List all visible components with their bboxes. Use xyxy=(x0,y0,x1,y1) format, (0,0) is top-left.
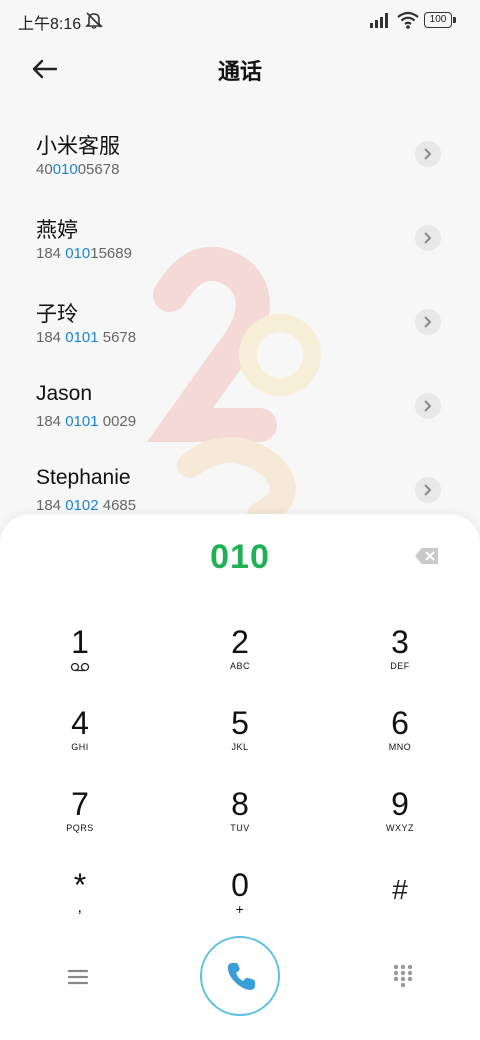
chevron-right-icon xyxy=(424,232,432,244)
keypad-icon xyxy=(393,964,413,988)
number-match: 0101 xyxy=(65,413,99,430)
contact-detail-button[interactable] xyxy=(415,477,441,503)
mute-icon xyxy=(85,12,103,29)
contact-number: 184 0101 5678 xyxy=(36,329,137,346)
call-button[interactable] xyxy=(200,936,280,1016)
key-5[interactable]: 5 JKL xyxy=(160,695,320,775)
contact-number: 4001005678 xyxy=(36,161,120,178)
number-match: 010 xyxy=(65,245,91,262)
contact-name: 子玲 xyxy=(36,303,78,326)
contact-number: 184 0102 4685 xyxy=(36,497,137,514)
number-match: 010 xyxy=(52,161,78,178)
contact-name: 小米客服 xyxy=(36,135,120,158)
menu-button[interactable] xyxy=(66,966,90,988)
phone-icon xyxy=(227,963,255,990)
contact-detail-button[interactable] xyxy=(415,309,441,335)
key-3[interactable]: 3 DEF xyxy=(320,614,480,694)
dialed-number-display: 010 xyxy=(210,538,270,576)
key-4[interactable]: 4 GHI xyxy=(0,695,160,775)
backspace-button[interactable] xyxy=(414,546,440,566)
contact-detail-button[interactable] xyxy=(415,141,441,167)
contact-row[interactable]: Jason 184 0101 0029 xyxy=(0,364,480,448)
chevron-right-icon xyxy=(424,316,432,328)
status-time: 上午8:16 xyxy=(18,16,82,33)
chevron-right-icon xyxy=(424,484,432,496)
menu-icon xyxy=(67,969,89,985)
contact-detail-button[interactable] xyxy=(415,393,441,419)
key-6[interactable]: 6 MNO xyxy=(320,695,480,775)
contact-row[interactable]: 子玲 184 0101 5678 xyxy=(0,280,480,364)
contact-list: 小米客服 4001005678 燕婷 184 01015689 子玲 184 0… xyxy=(0,112,480,532)
contact-number: 184 01015689 xyxy=(36,245,132,262)
contact-number: 184 0101 0029 xyxy=(36,413,137,430)
contact-name: Stephanie xyxy=(36,466,131,489)
key-2[interactable]: 2 ABC xyxy=(160,614,320,694)
status-bar: 上午8:16 100 xyxy=(0,0,480,40)
key-9[interactable]: 9 WXYZ xyxy=(320,776,480,856)
contact-row[interactable]: 燕婷 184 01015689 xyxy=(0,196,480,280)
backspace-icon xyxy=(415,548,438,564)
battery-level: 100 xyxy=(424,12,452,28)
battery-icon: 100 xyxy=(424,12,456,28)
key-star[interactable]: * , xyxy=(0,857,160,937)
contact-row[interactable]: 小米客服 4001005678 xyxy=(0,112,480,196)
chevron-right-icon xyxy=(424,148,432,160)
key-7[interactable]: 7 PQRS xyxy=(0,776,160,856)
number-match: 0101 xyxy=(65,329,99,346)
key-hash[interactable]: # xyxy=(320,857,480,937)
key-0[interactable]: 0 + xyxy=(160,857,320,937)
wifi-icon xyxy=(397,11,419,29)
key-1[interactable]: 1 xyxy=(0,614,160,694)
page-title: 通话 xyxy=(217,59,262,84)
signal-icon xyxy=(370,13,388,28)
dialpad-panel: 010 1 2 ABC 3 DEF 4 GHI 5 JKL 6 MNO 7 PQ… xyxy=(0,514,480,1040)
contact-name: 燕婷 xyxy=(36,219,78,242)
chevron-right-icon xyxy=(424,400,432,412)
contact-name: Jason xyxy=(36,382,93,405)
voicemail-icon xyxy=(70,662,90,672)
keypad-toggle-button[interactable] xyxy=(392,964,414,988)
contact-detail-button[interactable] xyxy=(415,225,441,251)
key-8[interactable]: 8 TUV xyxy=(160,776,320,856)
number-match: 0102 xyxy=(65,497,99,514)
